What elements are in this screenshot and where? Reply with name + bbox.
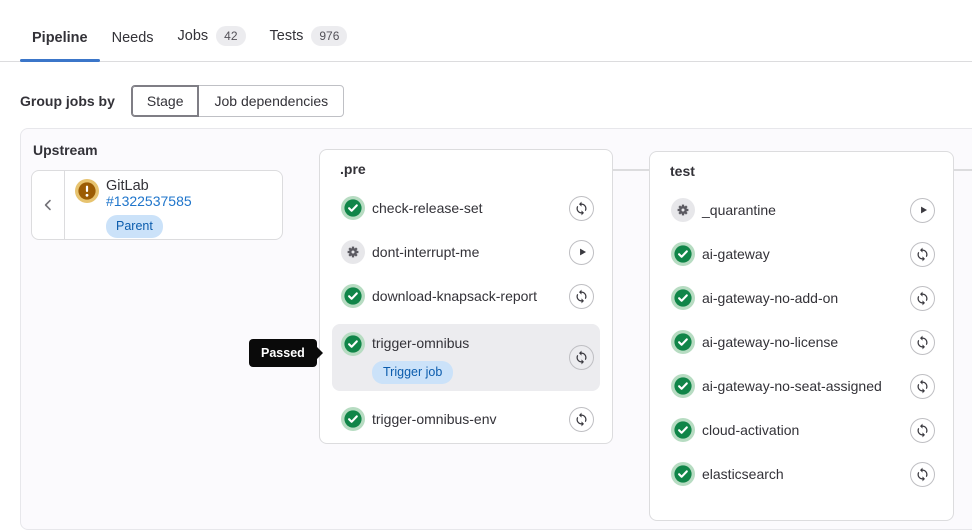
job-name: _quarantine [702,202,776,218]
retry-job-button[interactable] [910,462,935,487]
status-success-icon [671,286,695,310]
play-job-button[interactable] [569,240,594,265]
pipeline-tabs: Pipeline Needs Jobs 42 Tests 976 [0,0,972,62]
stage-connector-line [954,169,972,171]
job-row-trigger-omnibus[interactable]: trigger-omnibus Trigger job [332,324,600,391]
upstream-section-title: Upstream [33,142,98,158]
job-row-cloud-activation[interactable]: cloud-activation [662,408,941,452]
tab-jobs[interactable]: Jobs 42 [166,26,258,61]
stage-column-test: test _quarantine ai-gateway ai-gateway-n… [649,151,954,521]
upstream-pipeline-card: GitLab #1322537585 Parent [31,170,283,240]
retry-icon [574,412,589,427]
job-row-ai-gateway-no-add-on[interactable]: ai-gateway-no-add-on [662,276,941,320]
retry-icon [574,350,589,365]
retry-job-button[interactable] [910,242,935,267]
retry-job-button[interactable] [569,196,594,221]
retry-icon [915,423,930,438]
retry-icon [915,379,930,394]
job-name: ai-gateway-no-license [702,334,838,350]
tooltip-text: Passed [261,346,305,360]
retry-icon [915,467,930,482]
status-success-icon [341,196,365,220]
status-success-icon [341,332,365,356]
job-name: elasticsearch [702,466,784,482]
parent-badge: Parent [106,215,163,238]
job-row-dont-interrupt-me[interactable]: dont-interrupt-me [332,230,600,274]
status-success-icon [341,284,365,308]
upstream-pipeline-link[interactable]: #1322537585 [106,194,192,209]
retry-icon [915,335,930,350]
job-name: ai-gateway-no-seat-assigned [702,378,882,394]
tab-label: Needs [112,30,154,46]
retry-icon [915,247,930,262]
job-row-trigger-omnibus-env[interactable]: trigger-omnibus-env [332,397,600,441]
retry-icon [574,289,589,304]
stage-column-pre: .pre check-release-set dont-interrupt-me… [319,149,613,444]
tab-label: Jobs [178,28,209,44]
job-row-ai-gateway-no-seat-assigned[interactable]: ai-gateway-no-seat-assigned [662,364,941,408]
job-name: ai-gateway-no-add-on [702,290,838,306]
tab-label: Pipeline [32,30,88,46]
group-jobs-by-label: Group jobs by [20,93,115,109]
status-success-icon [671,374,695,398]
stage-title: test [670,163,933,179]
stage-connector-line [613,169,649,171]
collapse-upstream-button[interactable] [32,171,65,239]
job-name: ai-gateway [702,246,770,262]
job-name: download-knapsack-report [372,288,537,304]
retry-job-button[interactable] [910,418,935,443]
group-by-job-dependencies-button[interactable]: Job dependencies [198,85,344,117]
group-by-stage-button[interactable]: Stage [131,85,200,117]
job-name: cloud-activation [702,422,799,438]
tab-tests[interactable]: Tests 976 [258,26,360,61]
retry-icon [915,291,930,306]
status-success-icon [671,418,695,442]
group-jobs-by-controls: Group jobs by Stage Job dependencies [20,85,972,117]
retry-icon [574,201,589,216]
retry-job-button[interactable] [569,345,594,370]
passed-tooltip: Passed [249,339,317,367]
status-manual-icon [671,198,695,222]
trigger-job-badge: Trigger job [372,361,453,384]
job-row-quarantine[interactable]: _quarantine [662,188,941,232]
tab-label: Tests [270,28,304,44]
job-row-download-knapsack-report[interactable]: download-knapsack-report [332,274,600,318]
tab-needs[interactable]: Needs [100,30,166,61]
pipeline-graph-panel: Upstream GitLab #1322537585 Parent Passe… [20,128,972,530]
status-manual-icon [341,240,365,264]
play-icon [916,203,930,217]
retry-job-button[interactable] [569,407,594,432]
job-name: trigger-omnibus-env [372,411,497,427]
retry-job-button[interactable] [569,284,594,309]
status-warning-icon [75,179,99,203]
tests-count-badge: 976 [311,26,347,46]
jobs-count-badge: 42 [216,26,245,46]
play-icon [575,245,589,259]
job-row-check-release-set[interactable]: check-release-set [332,186,600,230]
status-success-icon [671,462,695,486]
tab-pipeline[interactable]: Pipeline [20,30,100,61]
job-name: check-release-set [372,200,483,216]
group-by-segmented-control: Stage Job dependencies [131,85,344,117]
upstream-card-body: GitLab #1322537585 Parent [65,171,202,239]
chevron-left-icon [40,197,56,213]
job-name: trigger-omnibus [372,331,469,355]
retry-job-button[interactable] [910,330,935,355]
upstream-project-name: GitLab [106,179,149,194]
job-name: dont-interrupt-me [372,244,479,260]
status-success-icon [671,242,695,266]
status-success-icon [671,330,695,354]
job-row-ai-gateway-no-license[interactable]: ai-gateway-no-license [662,320,941,364]
status-success-icon [341,407,365,431]
job-row-ai-gateway[interactable]: ai-gateway [662,232,941,276]
retry-job-button[interactable] [910,374,935,399]
retry-job-button[interactable] [910,286,935,311]
stage-title: .pre [340,161,592,177]
job-row-elasticsearch[interactable]: elasticsearch [662,452,941,496]
play-job-button[interactable] [910,198,935,223]
